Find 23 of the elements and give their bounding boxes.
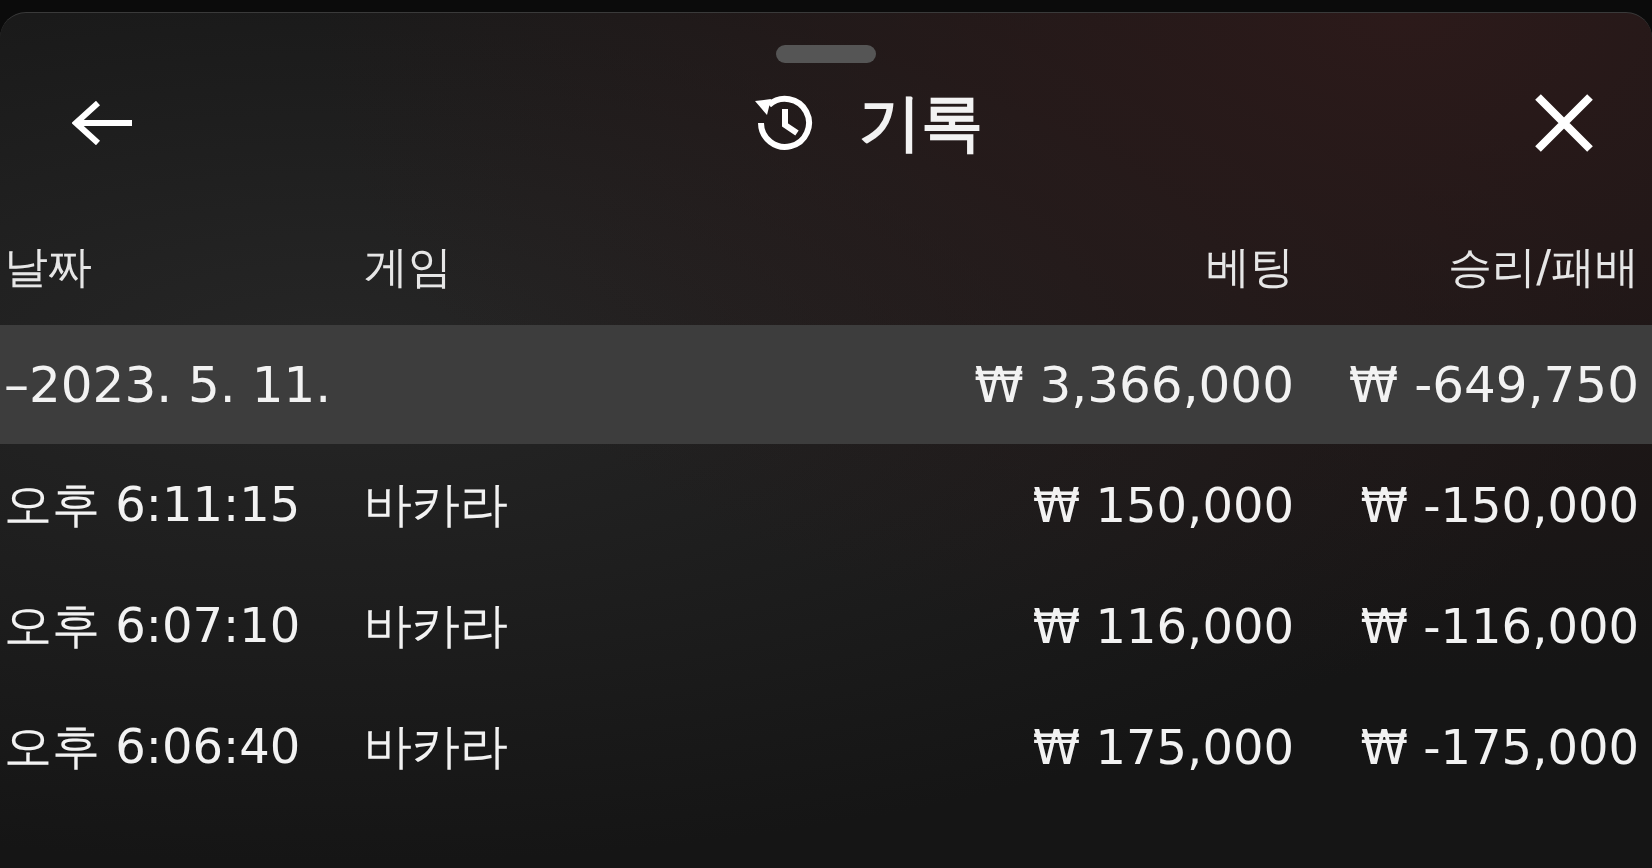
window-title: 기록 xyxy=(859,85,983,161)
date-cell-text: –2023. 5. 11. xyxy=(3,355,332,414)
result-cell: ₩ -150,000 xyxy=(1360,476,1639,533)
game-cell-text: 바카라 xyxy=(364,474,508,534)
drag-handle[interactable] xyxy=(776,45,876,63)
column-header: 승리/패배 xyxy=(1448,239,1639,294)
close-icon[interactable] xyxy=(1534,93,1594,153)
bet-total-cell: ₩ 3,366,000 xyxy=(974,355,1294,414)
bet-cell: ₩ 116,000 xyxy=(1032,597,1294,654)
result-cell: ₩ -116,000 xyxy=(1360,597,1639,654)
time-cell-text: 오후 6:06:40 xyxy=(3,716,301,776)
date-summary-row[interactable]: –2023. 5. 11. ₩ 3,366,000 ₩ -649,750 xyxy=(0,325,1652,444)
time-cell-text: 오후 6:07:10 xyxy=(3,595,301,655)
game-cell-text: 바카라 xyxy=(364,716,508,776)
bet-cell: ₩ 150,000 xyxy=(1032,476,1294,533)
result-total-cell: ₩ -649,750 xyxy=(1348,355,1639,414)
column-header: 베팅 xyxy=(1206,239,1294,294)
result-cell: ₩ -175,000 xyxy=(1360,718,1639,775)
game-cell-text: 바카라 xyxy=(364,595,508,655)
time-cell-text: 오후 6:11:15 xyxy=(3,474,301,534)
column-header: 날짜 xyxy=(3,239,92,294)
column-header: 게임 xyxy=(364,239,452,294)
bet-cell: ₩ 175,000 xyxy=(1032,718,1294,775)
